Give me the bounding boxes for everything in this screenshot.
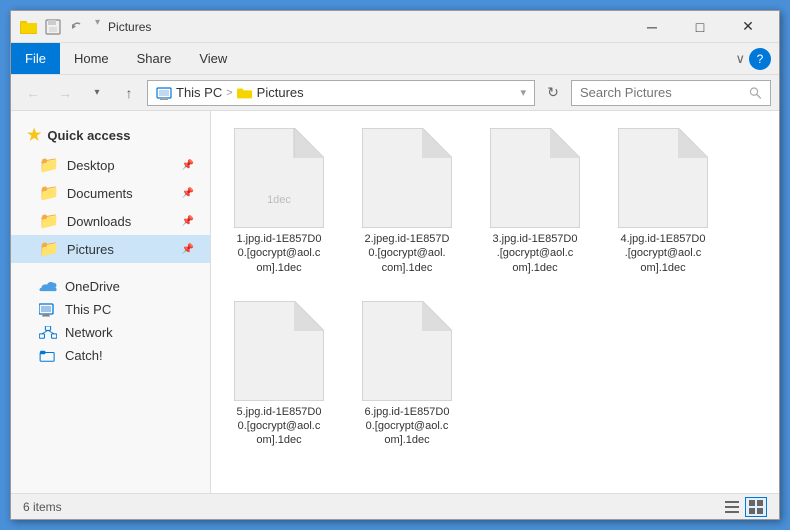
pin-icon-desktop: 📌 <box>182 160 194 171</box>
file-icon-3 <box>490 128 580 228</box>
large-icons-view-button[interactable] <box>745 497 767 517</box>
refresh-button[interactable]: ↻ <box>539 80 567 106</box>
title-icons: ▾ <box>19 17 100 37</box>
window-icon <box>19 17 39 37</box>
sidebar-item-thispc[interactable]: This PC <box>11 298 210 321</box>
maximize-button[interactable]: □ <box>677 11 723 43</box>
search-box[interactable] <box>571 80 771 106</box>
status-bar: 6 items <box>11 493 779 519</box>
title-bar: ▾ Pictures ─ □ ✕ <box>11 11 779 43</box>
downloads-folder-icon: 📁 <box>39 211 59 231</box>
back-button[interactable]: ← <box>19 80 47 106</box>
file-item-5[interactable]: 5.jpg.id-1E857D00.[gocrypt@aol.com].1dec <box>219 292 339 457</box>
file-icon-6 <box>362 301 452 401</box>
file-icon-5 <box>234 301 324 401</box>
desktop-folder-icon: 📁 <box>39 155 59 175</box>
file-item-2[interactable]: 2.jpeg.id-1E857D0.[gocrypt@aol.com].1dec <box>347 119 467 284</box>
quick-access-label: Quick access <box>47 128 130 143</box>
thispc-label: This PC <box>65 302 111 317</box>
status-count: 6 items <box>23 500 62 514</box>
menu-bar: File Home Share View ∨ ? <box>11 43 779 75</box>
file-icon-4 <box>618 128 708 228</box>
minimize-button[interactable]: ─ <box>629 11 675 43</box>
recent-locations-button[interactable]: ▾ <box>83 80 111 106</box>
main-content: ★ Quick access 📁 Desktop 📌 📁 Documents 📌… <box>11 111 779 493</box>
network-label: Network <box>65 325 113 340</box>
path-pictures[interactable]: Pictures <box>257 85 304 100</box>
pin-icon-pictures: 📌 <box>182 244 194 255</box>
file-icon-1: 1dec <box>234 128 324 228</box>
sidebar-item-pictures[interactable]: 📁 Pictures 📌 <box>11 235 210 263</box>
catch-icon <box>39 349 57 363</box>
forward-button[interactable]: → <box>51 80 79 106</box>
onedrive-icon <box>39 280 57 294</box>
file-name-1: 1.jpg.id-1E857D00.[gocrypt@aol.com].1dec <box>236 232 321 275</box>
file-name-3: 3.jpg.id-1E857D0.[gocrypt@aol.com].1dec <box>492 232 577 275</box>
sidebar-item-onedrive[interactable]: OneDrive <box>11 275 210 298</box>
svg-text:1dec: 1dec <box>267 194 291 206</box>
sidebar-item-documents[interactable]: 📁 Documents 📌 <box>11 179 210 207</box>
up-button[interactable]: ↑ <box>115 80 143 106</box>
file-icon-2 <box>362 128 452 228</box>
path-thispc[interactable]: This PC <box>176 85 222 100</box>
menu-view[interactable]: View <box>185 43 241 74</box>
sidebar-item-network[interactable]: Network <box>11 321 210 344</box>
desktop-label: Desktop <box>67 158 115 173</box>
menu-share[interactable]: Share <box>123 43 186 74</box>
sidebar-item-downloads[interactable]: 📁 Downloads 📌 <box>11 207 210 235</box>
star-icon: ★ <box>27 125 41 145</box>
downloads-label: Downloads <box>67 214 131 229</box>
thispc-icon <box>39 303 57 317</box>
file-name-6: 6.jpg.id-1E857D00.[gocrypt@aol.com].1dec <box>364 405 449 448</box>
pictures-label: Pictures <box>67 242 114 257</box>
sidebar-item-catch[interactable]: Catch! <box>11 344 210 367</box>
file-item-1[interactable]: 1dec 1.jpg.id-1E857D00.[gocrypt@aol.com]… <box>219 119 339 284</box>
close-button[interactable]: ✕ <box>725 11 771 43</box>
documents-folder-icon: 📁 <box>39 183 59 203</box>
file-name-4: 4.jpg.id-1E857D0.[gocrypt@aol.com].1dec <box>620 232 705 275</box>
onedrive-label: OneDrive <box>65 279 120 294</box>
menu-home[interactable]: Home <box>60 43 123 74</box>
list-view-button[interactable] <box>721 497 743 517</box>
window-title: Pictures <box>108 20 629 34</box>
quick-access-section: ★ Quick access <box>11 119 210 151</box>
undo-icon <box>67 17 87 37</box>
network-icon <box>39 326 57 340</box>
file-item-4[interactable]: 4.jpg.id-1E857D0.[gocrypt@aol.com].1dec <box>603 119 723 284</box>
view-icons <box>721 497 767 517</box>
help-button[interactable]: ? <box>749 48 771 70</box>
window-controls[interactable]: ─ □ ✕ <box>629 11 771 43</box>
save-icon <box>43 17 63 37</box>
file-name-5: 5.jpg.id-1E857D00.[gocrypt@aol.com].1dec <box>236 405 321 448</box>
file-name-2: 2.jpeg.id-1E857D0.[gocrypt@aol.com].1dec <box>364 232 449 275</box>
file-item-3[interactable]: 3.jpg.id-1E857D0.[gocrypt@aol.com].1dec <box>475 119 595 284</box>
catch-label: Catch! <box>65 348 103 363</box>
file-item-6[interactable]: 6.jpg.id-1E857D00.[gocrypt@aol.com].1dec <box>347 292 467 457</box>
this-pc-icon <box>156 85 172 101</box>
ribbon-toggle[interactable]: ∨ <box>735 51 745 67</box>
menu-file[interactable]: File <box>11 43 60 74</box>
search-input[interactable] <box>580 85 745 100</box>
pictures-folder-icon: 📁 <box>39 239 59 259</box>
sidebar: ★ Quick access 📁 Desktop 📌 📁 Documents 📌… <box>11 111 211 493</box>
address-bar: ← → ▾ ↑ This PC > Pictures ▾ ↻ <box>11 75 779 111</box>
file-area: 1dec 1.jpg.id-1E857D00.[gocrypt@aol.com]… <box>211 111 779 493</box>
path-sep2: ▾ <box>520 86 526 99</box>
address-path[interactable]: This PC > Pictures ▾ <box>147 80 535 106</box>
pin-icon-downloads: 📌 <box>182 216 194 227</box>
explorer-window: ▾ Pictures ─ □ ✕ File Home Share View ∨ … <box>10 10 780 520</box>
path-sep1: > <box>226 87 232 99</box>
sidebar-item-desktop[interactable]: 📁 Desktop 📌 <box>11 151 210 179</box>
pin-icon-documents: 📌 <box>182 188 194 199</box>
folder-icon-path <box>237 86 253 100</box>
documents-label: Documents <box>67 186 133 201</box>
search-icon <box>749 86 762 100</box>
